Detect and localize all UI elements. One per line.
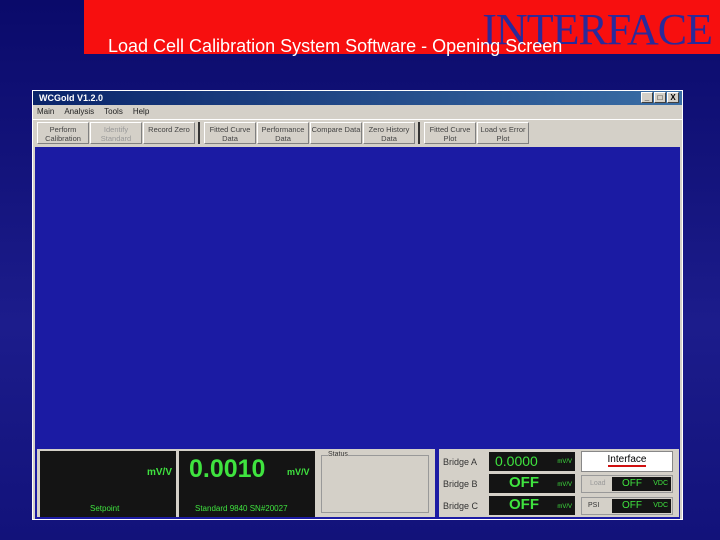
maximize-button[interactable]: □ xyxy=(654,92,666,103)
bridge-c-value: OFF xyxy=(509,496,539,513)
setpoint-label: Setpoint xyxy=(90,504,120,513)
psi-display: OFF VDC xyxy=(612,499,671,513)
bridge-a-value: 0.0000 xyxy=(495,453,538,469)
load-unit: VDC xyxy=(653,480,668,487)
bridge-c-display: OFF mV/V xyxy=(489,496,575,515)
record-zero-button[interactable]: Record Zero xyxy=(143,121,195,144)
interface-button[interactable]: Interface xyxy=(581,451,673,472)
fitted-curve-data-button[interactable]: Fitted Curve Data xyxy=(204,121,256,144)
bridge-b-value: OFF xyxy=(509,474,539,491)
bridge-panel: Bridge A 0.0000 mV/V Bridge B OFF mV/V Bri… xyxy=(439,449,679,517)
title-bar: WCGold V1.2.0 _ □ X xyxy=(33,91,682,105)
setpoint-unit: mV/V xyxy=(146,467,172,478)
bridge-a-unit: mV/V xyxy=(557,459,572,465)
standard-display: 0.0010 mV/V Standard 9840 SN#20027 xyxy=(179,451,315,517)
psi-value: OFF xyxy=(622,500,642,511)
psi-unit: VDC xyxy=(653,502,668,509)
bridge-c-label: Bridge C xyxy=(443,501,479,511)
standard-label: Standard 9840 SN#20027 xyxy=(195,504,288,513)
client-area xyxy=(35,147,680,447)
menu-main[interactable]: Main xyxy=(37,105,54,119)
readout-panel: mV/V Setpoint 0.0010 mV/V Standard 9840 … xyxy=(35,447,680,519)
psi-label: PSI xyxy=(588,502,600,509)
load-display: OFF VDC xyxy=(612,477,671,491)
toolbar-separator xyxy=(198,121,201,144)
close-button[interactable]: X xyxy=(667,92,679,103)
performance-data-button[interactable]: Performance Data xyxy=(257,121,309,144)
app-window: WCGold V1.2.0 _ □ X Main Analysis Tools … xyxy=(32,90,683,520)
load-value: OFF xyxy=(622,478,642,489)
bridge-b-label: Bridge B xyxy=(443,479,478,489)
psi-readout: PSI OFF VDC xyxy=(581,497,673,515)
interface-button-label: Interface xyxy=(607,454,647,467)
bridge-c-unit: mV/V xyxy=(557,504,572,510)
status-box: Status xyxy=(321,451,429,513)
identify-standard-button[interactable]: Identify Standard xyxy=(90,121,142,144)
menu-help[interactable]: Help xyxy=(133,105,149,119)
load-vs-error-plot-button[interactable]: Load vs Error Plot xyxy=(477,121,529,144)
menu-tools[interactable]: Tools xyxy=(104,105,123,119)
slide-title: Load Cell Calibration System Software - … xyxy=(108,36,563,56)
menu-bar: Main Analysis Tools Help xyxy=(33,105,682,119)
bridge-b-unit: mV/V xyxy=(557,482,572,488)
setpoint-display: mV/V Setpoint xyxy=(40,451,176,517)
toolbar: Perform Calibration Identify Standard Re… xyxy=(33,119,682,145)
load-readout: Load OFF VDC xyxy=(581,475,673,493)
window-title: WCGold V1.2.0 xyxy=(39,93,104,103)
bridge-a-display: 0.0000 mV/V xyxy=(489,452,575,471)
minimize-button[interactable]: _ xyxy=(641,92,653,103)
menu-analysis[interactable]: Analysis xyxy=(64,105,94,119)
toolbar-separator xyxy=(418,121,421,144)
standard-value: 0.0010 xyxy=(189,455,266,483)
perform-calibration-button[interactable]: Perform Calibration xyxy=(37,121,89,144)
compare-data-button[interactable]: Compare Data xyxy=(310,121,362,144)
standard-unit: mV/V xyxy=(287,467,310,477)
bridge-a-label: Bridge A xyxy=(443,457,478,467)
fitted-curve-plot-button[interactable]: Fitted Curve Plot xyxy=(424,121,476,144)
status-label: Status xyxy=(328,451,348,458)
zero-history-data-button[interactable]: Zero History Data xyxy=(363,121,415,144)
left-readouts: mV/V Setpoint 0.0010 mV/V Standard 9840 … xyxy=(37,449,435,517)
bridge-b-display: OFF mV/V xyxy=(489,474,575,493)
load-label: Load xyxy=(590,480,606,487)
